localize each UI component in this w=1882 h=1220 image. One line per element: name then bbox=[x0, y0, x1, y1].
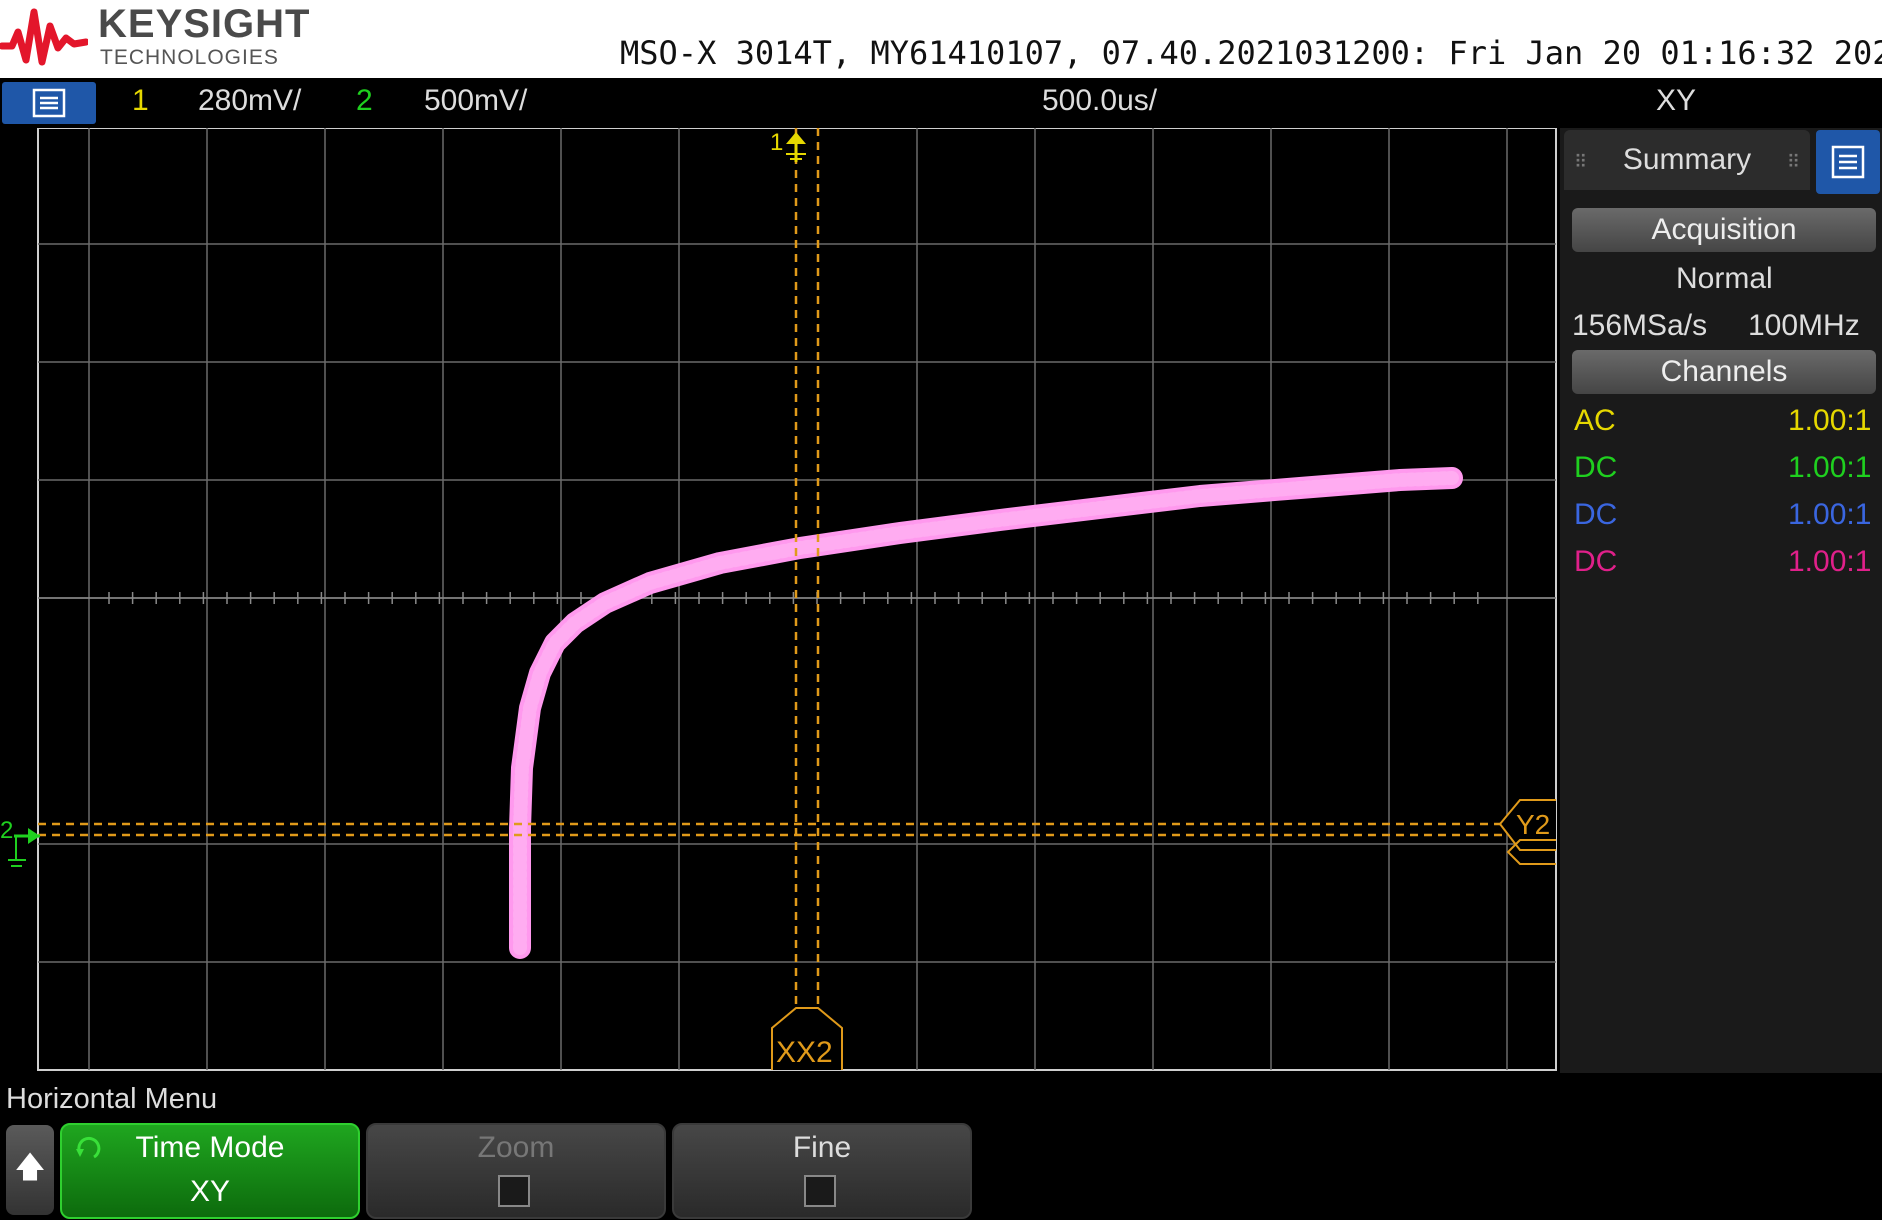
panel-menu-button[interactable] bbox=[1816, 130, 1880, 194]
ch2-coupling: DC bbox=[1574, 451, 1618, 484]
ch3-coupling: DC bbox=[1574, 498, 1618, 531]
timebase-scale[interactable]: 500.0us/ bbox=[1042, 84, 1157, 118]
fine-softkey[interactable]: Fine bbox=[672, 1123, 972, 1219]
time-mode-label: Time Mode bbox=[135, 1131, 285, 1164]
main-menu-button[interactable] bbox=[2, 82, 96, 124]
ch2-label[interactable]: 2 bbox=[356, 84, 373, 118]
menu-title: Horizontal Menu bbox=[6, 1083, 218, 1115]
menu-icon bbox=[32, 88, 66, 118]
keysight-logo-icon bbox=[0, 8, 88, 66]
drag-grip-icon[interactable]: ⠿ bbox=[1574, 152, 1587, 173]
display-mode[interactable]: XY bbox=[1656, 84, 1696, 118]
zoom-softkey[interactable]: Zoom bbox=[366, 1123, 666, 1219]
zoom-label: Zoom bbox=[477, 1131, 555, 1164]
zoom-checkbox[interactable] bbox=[498, 1175, 530, 1207]
ch1-label[interactable]: 1 bbox=[132, 84, 149, 118]
summary-panel: ⠿ Summary ⠿ Acquisition Normal 156MSa/s … bbox=[1560, 128, 1882, 1073]
drag-grip-icon[interactable]: ⠿ bbox=[1787, 152, 1800, 173]
ch3-probe: 1.00:1 bbox=[1788, 498, 1872, 531]
waveform-display[interactable]: 1 2 XX2 Y2 bbox=[0, 128, 1560, 1073]
ch1-marker-label: 1 bbox=[770, 129, 783, 156]
x-cursor-label: XX2 bbox=[776, 1036, 833, 1069]
y-cursor-label: Y2 bbox=[1516, 809, 1550, 840]
ch1-coupling: AC bbox=[1574, 404, 1616, 437]
device-info: MSO-X 3014T, MY61410107, 07.40.202103120… bbox=[620, 34, 1882, 72]
softkey-bar: Horizontal Menu 🡅 Time Mode XY Zoom Fine bbox=[0, 1073, 1882, 1220]
time-mode-value: XY bbox=[189, 1175, 231, 1208]
bandwidth: 100MHz bbox=[1748, 309, 1860, 342]
fine-checkbox[interactable] bbox=[804, 1175, 836, 1207]
ch4-probe: 1.00:1 bbox=[1788, 545, 1872, 578]
ch2-marker-label: 2 bbox=[0, 817, 13, 844]
up-arrow-icon: 🡅 bbox=[14, 1150, 46, 1184]
channel-bar: 1 280mV/ 2 500mV/ 500.0us/ XY bbox=[0, 80, 1882, 126]
brand-name: KEYSIGHT bbox=[98, 2, 311, 46]
ch1-scale[interactable]: 280mV/ bbox=[198, 84, 301, 118]
back-button[interactable]: 🡅 bbox=[6, 1125, 54, 1215]
tab-summary-label: Summary bbox=[1622, 143, 1752, 176]
tab-summary[interactable]: ⠿ Summary ⠿ bbox=[1564, 130, 1810, 190]
ch2-probe: 1.00:1 bbox=[1788, 451, 1872, 484]
time-mode-softkey[interactable]: Time Mode XY bbox=[60, 1123, 360, 1219]
ch1-probe: 1.00:1 bbox=[1788, 404, 1872, 437]
acquisition-mode: Normal bbox=[1676, 262, 1773, 295]
sample-rate: 156MSa/s bbox=[1572, 309, 1708, 342]
acquisition-header[interactable]: Acquisition bbox=[1572, 208, 1876, 252]
channels-header[interactable]: Channels bbox=[1572, 350, 1876, 394]
header-bar: KEYSIGHT TECHNOLOGIES MSO-X 3014T, MY614… bbox=[0, 0, 1882, 78]
menu-icon bbox=[1831, 145, 1865, 179]
fine-label: Fine bbox=[792, 1131, 852, 1164]
ch4-coupling: DC bbox=[1574, 545, 1618, 578]
ch2-scale[interactable]: 500mV/ bbox=[424, 84, 527, 118]
brand-subtitle: TECHNOLOGIES bbox=[100, 46, 279, 69]
